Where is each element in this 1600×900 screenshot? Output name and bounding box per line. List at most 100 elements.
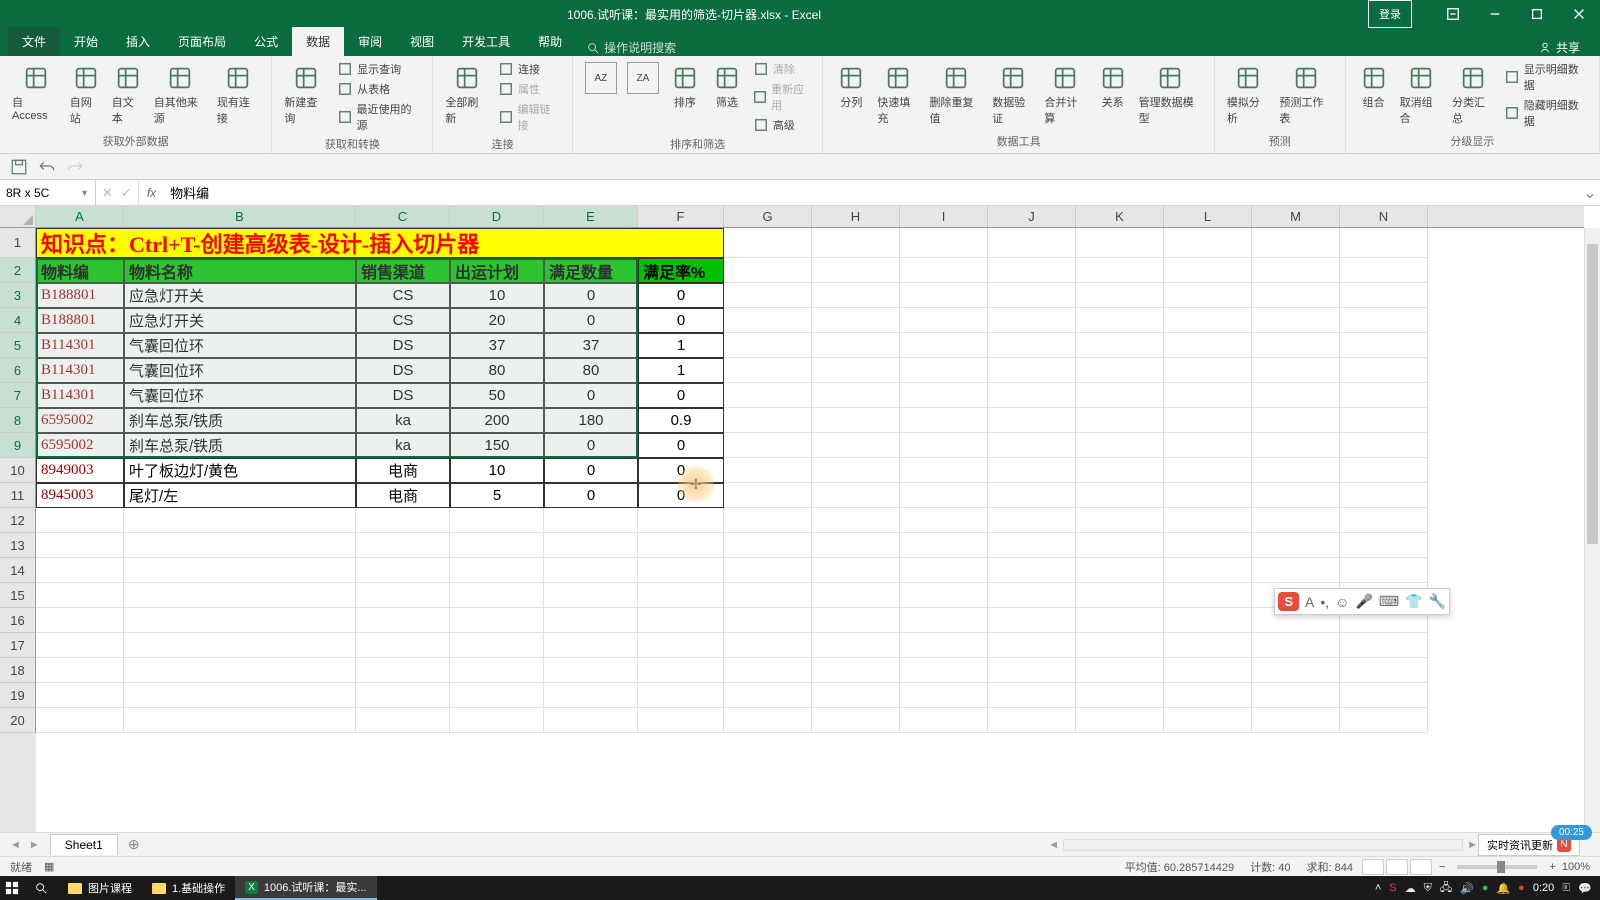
cell[interactable]: [36, 658, 124, 683]
cell[interactable]: [724, 283, 812, 308]
ribbon-组合[interactable]: 组合: [1354, 60, 1394, 112]
row-header-16[interactable]: 16: [0, 608, 36, 633]
cell[interactable]: [988, 683, 1076, 708]
cell[interactable]: 80: [450, 358, 544, 383]
cell[interactable]: 180: [544, 408, 638, 433]
cell[interactable]: [988, 633, 1076, 658]
ribbon-快速填充[interactable]: 快速填充: [873, 60, 923, 128]
row-header-7[interactable]: 7: [0, 383, 36, 408]
cell[interactable]: [1164, 533, 1252, 558]
cell[interactable]: [356, 583, 450, 608]
cell[interactable]: [124, 508, 356, 533]
cell[interactable]: CS: [356, 308, 450, 333]
zoom-level[interactable]: 100%: [1562, 861, 1590, 873]
search-taskbar-icon[interactable]: [24, 876, 58, 900]
tray-guard-icon[interactable]: ⛨: [1424, 882, 1432, 895]
view-layout-button[interactable]: [1386, 859, 1408, 875]
cell[interactable]: [1164, 708, 1252, 733]
cell[interactable]: [450, 658, 544, 683]
cell[interactable]: [638, 633, 724, 658]
cell[interactable]: [1340, 658, 1428, 683]
cell[interactable]: [638, 583, 724, 608]
row-header-13[interactable]: 13: [0, 533, 36, 558]
cell[interactable]: 0.9: [638, 408, 724, 433]
ribbon-自文本[interactable]: 自文本: [108, 60, 148, 128]
cell[interactable]: [1076, 683, 1164, 708]
cell[interactable]: [544, 658, 638, 683]
cell[interactable]: 满足数量: [544, 258, 638, 283]
cell[interactable]: [1164, 228, 1252, 258]
cell[interactable]: [638, 658, 724, 683]
cell[interactable]: [638, 508, 724, 533]
cell[interactable]: [900, 483, 988, 508]
cell[interactable]: 10: [450, 458, 544, 483]
tab-开始[interactable]: 开始: [60, 27, 112, 56]
ribbon-自其他来源[interactable]: 自其他来源: [150, 60, 211, 128]
ribbon-预测工作表[interactable]: 预测工作表: [1275, 60, 1336, 128]
cell[interactable]: [988, 283, 1076, 308]
cell[interactable]: [1164, 433, 1252, 458]
cell[interactable]: [988, 658, 1076, 683]
row-header-1[interactable]: 1: [0, 228, 36, 258]
cell[interactable]: [900, 683, 988, 708]
cell[interactable]: [1252, 283, 1340, 308]
cell[interactable]: [1252, 533, 1340, 558]
ime-punct-icon[interactable]: •,: [1320, 594, 1329, 610]
ribbon-关系[interactable]: 关系: [1093, 60, 1133, 112]
cell[interactable]: [1252, 258, 1340, 283]
col-header-D[interactable]: D: [450, 206, 544, 227]
cell[interactable]: [1076, 558, 1164, 583]
cell[interactable]: [812, 533, 900, 558]
tray-note-icon[interactable]: 🗉: [1562, 879, 1570, 898]
cell[interactable]: [900, 608, 988, 633]
cell[interactable]: [724, 558, 812, 583]
cancel-formula-icon[interactable]: ✕: [102, 185, 113, 201]
cell[interactable]: [812, 408, 900, 433]
ribbon-管理数据模型[interactable]: 管理数据模型: [1135, 60, 1206, 128]
cell[interactable]: [1252, 708, 1340, 733]
cell[interactable]: [1252, 308, 1340, 333]
cell[interactable]: 0: [544, 283, 638, 308]
cell[interactable]: 应急灯开关: [124, 308, 356, 333]
view-pagebreak-button[interactable]: [1410, 859, 1432, 875]
cell[interactable]: [450, 533, 544, 558]
cell[interactable]: [356, 633, 450, 658]
cell[interactable]: [1340, 258, 1428, 283]
cell[interactable]: [724, 708, 812, 733]
cell[interactable]: [544, 608, 638, 633]
add-sheet-button[interactable]: ⊕: [118, 836, 150, 853]
col-header-I[interactable]: I: [900, 206, 988, 227]
cell[interactable]: [1340, 283, 1428, 308]
cell[interactable]: [1252, 358, 1340, 383]
start-button[interactable]: [0, 876, 24, 900]
cell[interactable]: [812, 308, 900, 333]
cell[interactable]: [1164, 683, 1252, 708]
tab-审阅[interactable]: 审阅: [344, 27, 396, 56]
fx-icon[interactable]: fx: [139, 180, 164, 205]
cell[interactable]: [988, 228, 1076, 258]
cell[interactable]: [1340, 533, 1428, 558]
row-header-15[interactable]: 15: [0, 583, 36, 608]
cell[interactable]: [900, 283, 988, 308]
cell[interactable]: [1340, 458, 1428, 483]
cell[interactable]: 知识点：Ctrl+T-创建高级表-设计-插入切片器: [36, 228, 724, 258]
cell[interactable]: [1164, 583, 1252, 608]
ribbon-高级[interactable]: 高级: [749, 116, 814, 134]
ribbon-清除[interactable]: 清除: [749, 60, 814, 78]
ribbon-连接[interactable]: 连接: [494, 60, 564, 78]
row-headers[interactable]: 1234567891011121314151617181920: [0, 228, 36, 832]
cell[interactable]: 气囊回位环: [124, 333, 356, 358]
cell[interactable]: [36, 508, 124, 533]
cell[interactable]: [544, 633, 638, 658]
sort-ZA[interactable]: ZA: [623, 60, 663, 96]
cell[interactable]: 5: [450, 483, 544, 508]
cell[interactable]: [124, 708, 356, 733]
cell[interactable]: [450, 608, 544, 633]
ribbon-隐藏明细数据[interactable]: 隐藏明细数据: [1500, 96, 1591, 130]
select-all-corner[interactable]: [0, 206, 36, 228]
col-header-M[interactable]: M: [1252, 206, 1340, 227]
tray-wechat-icon[interactable]: ●: [1482, 882, 1489, 894]
ribbon-重新应用[interactable]: 重新应用: [749, 80, 814, 114]
enter-formula-icon[interactable]: ✓: [121, 185, 132, 201]
cell[interactable]: [1252, 408, 1340, 433]
